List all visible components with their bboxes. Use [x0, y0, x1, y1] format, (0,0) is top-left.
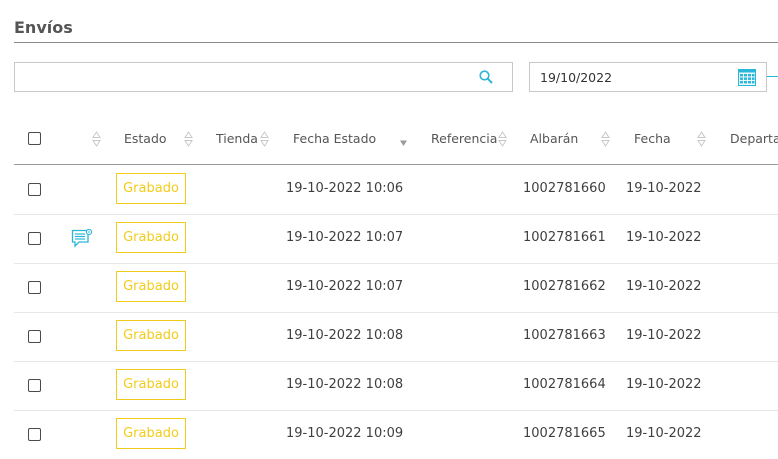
column-header-albaran[interactable]: Albarán — [530, 131, 578, 146]
row-checkbox[interactable] — [28, 183, 41, 196]
cell-albaran: 1002781663 — [523, 328, 606, 343]
search-field[interactable] — [14, 62, 513, 92]
cell-fecha-estado: 19-10-2022 10:09 — [286, 426, 404, 441]
sort-icon[interactable] — [184, 130, 193, 148]
status-badge: Grabado — [116, 173, 186, 204]
select-all-checkbox[interactable] — [28, 132, 41, 145]
column-header-departamento[interactable]: Departa — [730, 131, 778, 146]
column-header-fecha-estado[interactable]: Fecha Estado — [293, 131, 376, 146]
table-header: Estado Tienda Fecha Estado Referencia Al… — [14, 116, 778, 165]
row-checkbox[interactable] — [28, 428, 41, 441]
cell-fecha-estado: 19-10-2022 10:08 — [286, 377, 404, 392]
table-row[interactable]: Grabado 19-10-2022 10:07 1002781662 19-1… — [14, 263, 778, 313]
cell-fecha: 19-10-2022 — [626, 230, 702, 245]
sort-icon[interactable] — [498, 130, 507, 148]
sort-icon[interactable] — [697, 130, 706, 148]
cell-fecha: 19-10-2022 — [626, 377, 702, 392]
table-row[interactable]: Grabado 19-10-2022 10:09 1002781665 19-1… — [14, 410, 778, 459]
status-badge: Grabado — [116, 222, 186, 253]
page-title: Envíos — [14, 18, 73, 37]
row-checkbox[interactable] — [28, 379, 41, 392]
sort-icon[interactable] — [92, 130, 101, 148]
search-input[interactable] — [23, 63, 467, 91]
search-icon[interactable] — [478, 69, 494, 85]
cell-albaran: 1002781662 — [523, 279, 606, 294]
table-row[interactable]: Grabado 19-10-2022 10:07 1002781661 19-1… — [14, 214, 778, 264]
table-row[interactable]: Grabado 19-10-2022 10:08 1002781663 19-1… — [14, 312, 778, 362]
status-badge: Grabado — [116, 271, 186, 302]
status-badge: Grabado — [116, 320, 186, 351]
cell-fecha-estado: 19-10-2022 10:08 — [286, 328, 404, 343]
column-header-tienda[interactable]: Tienda — [216, 131, 258, 146]
column-header-estado[interactable]: Estado — [124, 131, 167, 146]
cell-fecha: 19-10-2022 — [626, 328, 702, 343]
cell-fecha-estado: 19-10-2022 10:07 — [286, 230, 404, 245]
row-checkbox[interactable] — [28, 330, 41, 343]
column-header-referencia[interactable]: Referencia — [431, 131, 497, 146]
status-badge: Grabado — [116, 369, 186, 400]
cell-fecha-estado: 19-10-2022 10:07 — [286, 279, 404, 294]
title-divider — [14, 42, 778, 43]
date-filter-value[interactable]: 19/10/2022 — [540, 70, 612, 85]
cell-fecha: 19-10-2022 — [626, 279, 702, 294]
status-badge: Grabado — [116, 418, 186, 449]
cell-albaran: 1002781664 — [523, 377, 606, 392]
table-row[interactable]: Grabado 19-10-2022 10:06 1002781660 19-1… — [14, 165, 778, 215]
date-filter[interactable]: 19/10/2022 — [529, 62, 767, 92]
cell-albaran: 1002781665 — [523, 426, 606, 441]
calendar-icon[interactable] — [738, 69, 756, 86]
table-row[interactable]: Grabado 19-10-2022 10:08 1002781664 19-1… — [14, 361, 778, 411]
row-checkbox[interactable] — [28, 232, 41, 245]
column-header-fecha[interactable]: Fecha — [634, 131, 671, 146]
sort-desc-icon[interactable] — [399, 130, 408, 148]
row-checkbox[interactable] — [28, 281, 41, 294]
cell-albaran: 1002781661 — [523, 230, 606, 245]
sort-icon[interactable] — [601, 130, 610, 148]
cell-albaran: 1002781660 — [523, 181, 606, 196]
sort-icon[interactable] — [260, 130, 269, 148]
date-range-connector — [767, 76, 778, 77]
cell-fecha: 19-10-2022 — [626, 181, 702, 196]
cell-fecha-estado: 19-10-2022 10:06 — [286, 181, 404, 196]
cell-fecha: 19-10-2022 — [626, 426, 702, 441]
message-icon[interactable] — [71, 229, 93, 249]
